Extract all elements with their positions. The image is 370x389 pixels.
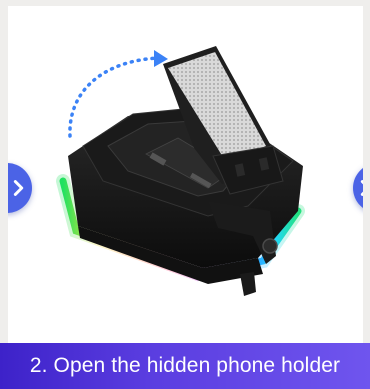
product-slide <box>8 6 363 343</box>
chevron-right-icon <box>13 180 24 196</box>
slider-frame: 2. Open the hidden phone holder <box>0 0 370 389</box>
slide-caption: 2. Open the hidden phone holder <box>29 354 341 377</box>
product-image <box>56 46 305 296</box>
caption-bar: 2. Open the hidden phone holder <box>0 343 370 389</box>
chevron-right-icon <box>360 180 363 196</box>
